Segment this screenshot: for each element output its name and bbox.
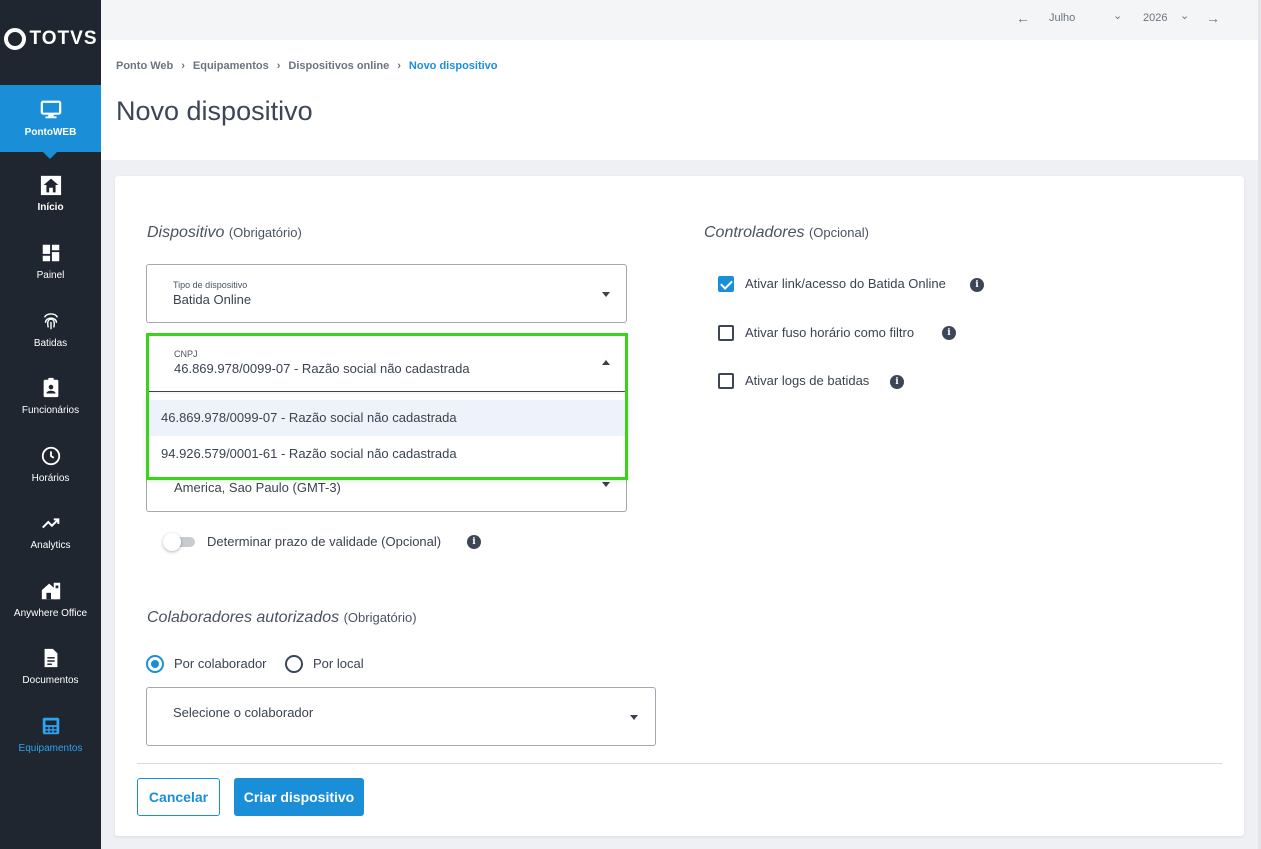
arrow-left-icon[interactable]: ← [1016,10,1030,26]
validade-toggle[interactable] [163,533,196,551]
document-icon [44,648,57,668]
batida-online-link-checkbox[interactable] [718,276,734,292]
sidebar-item-documentos[interactable]: Documentos [0,633,101,700]
field-value: Batida Online [173,292,252,307]
requirement-label: (Obrigatório) [343,610,417,625]
monitor-icon [40,100,61,119]
breadcrumb-item[interactable]: Dispositivos online [288,60,389,72]
colaborador-select[interactable]: Selecione o colaborador [146,687,656,746]
home-office-icon [41,582,60,600]
sidebar: TOTVS PontoWEB Início Painel Batidas Fun… [0,0,101,849]
create-device-button[interactable]: Criar dispositivo [234,778,364,816]
sidebar-item-label: PontoWEB [24,127,77,138]
field-value: America, Sao Paulo (GMT-3) [174,480,341,495]
equipment-icon [42,717,59,735]
info-icon[interactable]: i [942,326,956,340]
toggle-knob [163,533,181,551]
dropdown-option[interactable]: 46.869.978/0099-07 - Razão social não ca… [147,400,627,436]
home-icon [40,175,61,196]
breadcrumb-item[interactable]: Ponto Web [116,60,173,72]
field-label: CNPJ [174,349,198,359]
controladores-section-title: Controladores (Opcional) [704,224,869,242]
requirement-label: (Opcional) [808,225,869,240]
radio-por-local[interactable] [285,655,303,673]
checkbox-label: Ativar fuso horário como filtro [745,325,915,340]
sidebar-item-anywhere-office[interactable]: Anywhere Office [0,566,101,633]
dashboard-icon [42,244,59,262]
dropdown-option[interactable]: 94.926.579/0001-61 - Razão social não ca… [147,436,627,472]
month-select[interactable]: Julho [1049,12,1075,24]
colaboradores-section-title: Colaboradores autorizados (Obrigatório) [147,609,417,627]
top-bar: ← Julho ⌄ 2026 ⌄ → [101,0,1258,40]
sidebar-item-label: Painel [36,270,65,281]
validade-label: Determinar prazo de validade (Opcional) [207,534,442,549]
chevron-down-icon[interactable]: ⌄ [1113,9,1122,22]
year-select[interactable]: 2026 [1143,12,1167,24]
fuso-horario-select[interactable]: America, Sao Paulo (GMT-3) [146,472,627,512]
totvs-logo-mark [3,28,26,50]
breadcrumb-current: Novo dispositivo [408,60,498,72]
chevron-right-icon: › [276,60,281,72]
caret-down-icon [630,715,638,720]
caret-down-icon [602,292,610,297]
page-header: Ponto Web › Equipamentos › Dispositivos … [101,40,1258,160]
section-title-text: Colaboradores autorizados [147,609,340,626]
sidebar-item-batidas[interactable]: Batidas [0,296,101,363]
form-card: Dispositivo (Obrigatório) Tipo de dispos… [115,176,1244,836]
radio-por-colaborador[interactable] [146,655,164,673]
fuso-filtro-checkbox[interactable] [718,325,734,341]
sidebar-item-label: Documentos [22,675,79,686]
sidebar-item-pontoweb[interactable]: PontoWEB [0,85,101,159]
badge-icon [43,377,58,398]
select-placeholder: Selecione o colaborador [173,705,314,720]
sidebar-item-horarios[interactable]: Horários [0,431,101,498]
sidebar-item-label: Equipamentos [18,743,83,754]
section-title-text: Dispositivo [147,224,225,241]
requirement-label: (Obrigatório) [228,225,302,240]
radio-label: Por colaborador [174,656,267,671]
checkbox-label: Ativar logs de batidas [745,373,870,388]
sidebar-item-label: Analytics [30,540,71,551]
sidebar-item-label: Batidas [33,338,68,349]
totvs-logo[interactable]: TOTVS [0,22,101,56]
logo-text: TOTVS [29,28,98,49]
sidebar-item-inicio[interactable]: Início [0,160,101,227]
caret-up-icon [602,360,610,365]
logs-batidas-checkbox[interactable] [718,373,734,389]
info-icon[interactable]: i [890,375,904,389]
breadcrumb-item[interactable]: Equipamentos [193,60,269,72]
field-label: Tipo de dispositivo [173,280,248,290]
sidebar-item-label: Anywhere Office [13,608,88,619]
sidebar-item-label: Início [37,202,64,213]
cancel-button[interactable]: Cancelar [137,778,220,816]
tipo-dispositivo-select[interactable]: Tipo de dispositivo Batida Online [146,264,627,323]
arrow-right-icon[interactable]: → [1206,10,1220,26]
sidebar-item-label: Funcionários [21,405,80,416]
cnpj-dropdown-menu: 46.869.978/0099-07 - Razão social não ca… [147,394,627,478]
info-icon[interactable]: i [467,535,481,549]
clock-icon [41,446,60,466]
divider [137,763,1222,764]
trend-icon [41,518,59,529]
sidebar-item-label: Horários [31,473,70,484]
caret-down-icon [602,482,610,487]
sidebar-item-equipamentos[interactable]: Equipamentos [0,701,101,768]
fingerprint-icon [43,313,58,330]
info-icon[interactable]: i [970,278,984,292]
section-title-text: Controladores [704,224,805,241]
breadcrumb: Ponto Web › Equipamentos › Dispositivos … [116,60,498,72]
radio-label: Por local [313,656,364,671]
cnpj-select[interactable]: CNPJ 46.869.978/0099-07 - Razão social n… [146,333,627,392]
checkbox-label: Ativar link/acesso do Batida Online [745,276,946,291]
sidebar-item-funcionarios[interactable]: Funcionários [0,363,101,430]
chevron-right-icon: › [397,60,401,72]
page-title: Novo dispositivo [116,96,313,126]
sidebar-item-painel[interactable]: Painel [0,228,101,295]
chevron-down-icon[interactable]: ⌄ [1180,9,1189,22]
dispositivo-section-title: Dispositivo (Obrigatório) [147,224,302,242]
field-value: 46.869.978/0099-07 - Razão social não ca… [174,361,470,376]
chevron-right-icon: › [181,60,185,72]
sidebar-item-analytics[interactable]: Analytics [0,498,101,565]
